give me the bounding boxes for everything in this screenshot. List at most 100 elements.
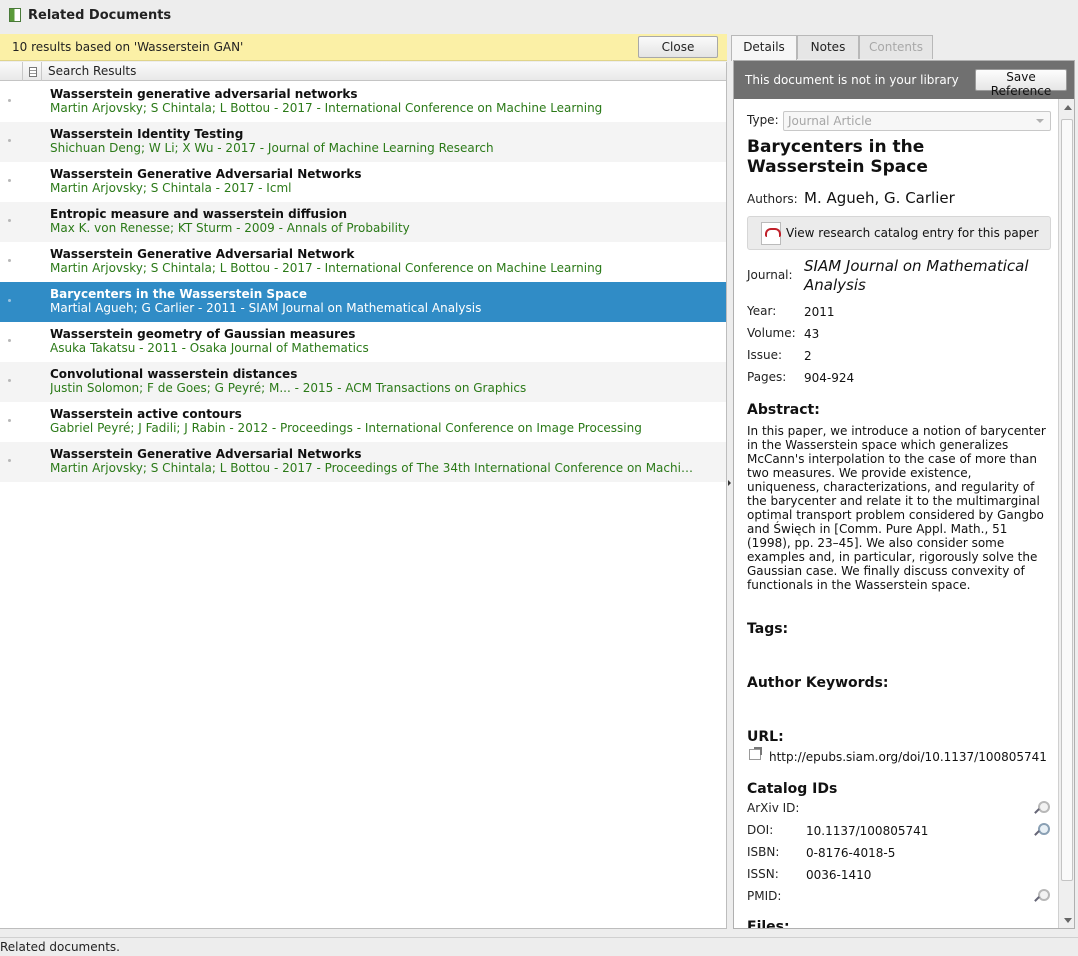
result-title: Wasserstein Generative Adversarial Netwo… [50,447,362,461]
row-status-dot-icon [8,219,11,222]
result-row[interactable]: Entropic measure and wasserstein diffusi… [0,202,726,242]
issn-label: ISSN: [747,867,779,881]
result-row[interactable]: Wasserstein Generative Adversarial Netwo… [0,442,726,482]
authors-label: Authors: [747,192,798,206]
result-title: Convolutional wasserstein distances [50,367,298,381]
result-row[interactable]: Convolutional wasserstein distances Justi… [0,362,726,402]
journal-value: SIAM Journal on Mathematical Analysis [804,257,1029,294]
search-results-column-header[interactable]: Search Results [48,64,136,78]
result-citation: Justin Solomon; F de Goes; G Peyré; M...… [50,381,527,395]
details-panel: This document is not in your library Sav… [733,60,1075,929]
author-keywords-heading: Author Keywords: [747,675,889,691]
result-title: Barycenters in the Wasserstein Space [50,287,308,301]
results-info-bar: 10 results based on 'Wasserstein GAN' Cl… [0,34,727,61]
result-title: Wasserstein generative adversarial netwo… [50,87,358,101]
volume-value: 43 [804,327,820,341]
tab-details[interactable]: Details [731,35,797,61]
result-citation: Martin Arjovsky; S Chintala; L Bottou - … [50,101,603,115]
result-title: Wasserstein active contours [50,407,242,421]
result-citation: Shichuan Deng; W Li; X Wu - 2017 - Journ… [50,141,494,155]
result-row[interactable]: Wasserstein geometry of Gaussian measure… [0,322,726,362]
document-title: Barycenters in the Wasserstein Space [747,137,928,177]
row-status-dot-icon [8,99,11,102]
files-heading: Files: [747,919,790,929]
isbn-value: 0-8176-4018-5 [806,846,896,860]
window-titlebar: Related Documents [0,0,1078,32]
mendeley-icon [761,222,781,245]
results-summary: 10 results based on 'Wasserstein GAN' [12,40,244,54]
result-title: Entropic measure and wasserstein diffusi… [50,207,348,221]
issue-label: Issue: [747,348,783,362]
result-citation: Martin Arjovsky; S Chintala; L Bottou - … [50,461,696,475]
result-row[interactable]: Wasserstein active contours Gabriel Peyré… [0,402,726,442]
abstract-text: In this paper, we introduce a notion of … [747,424,1046,592]
pmid-lookup-search-icon[interactable] [1034,889,1050,903]
tab-notes[interactable]: Notes [797,35,859,59]
catalog-button-label: View research catalog entry for this pap… [786,226,1039,240]
view-catalog-entry-button[interactable]: View research catalog entry for this pap… [747,216,1051,250]
results-list: Wasserstein generative adversarial netwo… [0,82,726,482]
search-results-panel: Search Results Wasserstein generative ad… [0,62,727,929]
result-citation: Max K. von Renesse; KT Sturm - 2009 - An… [50,221,410,235]
row-status-dot-icon [8,179,11,182]
result-citation: Gabriel Peyré; J Fadili; J Rabin - 2012 … [50,421,642,435]
url-link[interactable]: http://epubs.siam.org/doi/10.1137/100805… [769,750,1047,764]
scroll-down-arrow-icon[interactable] [1064,918,1072,923]
url-heading: URL: [747,729,784,745]
row-status-dot-icon [8,339,11,342]
pmid-label: PMID: [747,889,782,903]
results-header: Search Results [0,62,726,81]
volume-label: Volume: [747,326,796,340]
tab-contents: Contents [859,35,933,59]
status-bar: Related documents. [0,937,1078,956]
row-status-dot-icon [8,459,11,462]
result-row[interactable]: Wasserstein Identity Testing Shichuan Den… [0,122,726,162]
save-reference-button[interactable]: Save Reference [975,69,1067,98]
issue-value: 2 [804,349,812,363]
collapse-arrow-icon[interactable] [728,480,731,486]
type-value: Journal Article [788,114,872,128]
document-icon [29,67,37,77]
result-citation: Martin Arjovsky; S Chintala; L Bottou - … [50,261,603,275]
arxiv-label: ArXiv ID: [747,801,800,815]
row-status-dot-icon [8,259,11,262]
catalog-ids-heading: Catalog IDs [747,781,838,797]
chevron-down-icon [1036,119,1044,123]
document-column-header[interactable] [22,62,42,81]
pages-value: 904-924 [804,371,855,385]
journal-label: Journal: [747,268,793,282]
scroll-up-arrow-icon[interactable] [1064,105,1072,110]
doi-value: 10.1137/100805741 [806,824,929,838]
result-citation: Asuka Takatsu - 2011 - Osaka Journal of … [50,341,369,355]
row-status-dot-icon [8,379,11,382]
type-select: Journal Article [783,111,1051,131]
result-title: Wasserstein geometry of Gaussian measure… [50,327,356,341]
pages-label: Pages: [747,370,787,384]
doi-label: DOI: [747,823,774,837]
library-status-text: This document is not in your library [745,73,959,87]
result-row[interactable]: Wasserstein Generative Adversarial Netwo… [0,162,726,202]
close-button[interactable]: Close [638,36,718,58]
row-status-dot-icon [8,299,11,302]
result-row[interactable]: Wasserstein Generative Adversarial Netwo… [0,242,726,282]
result-row[interactable]: Wasserstein generative adversarial netwo… [0,82,726,122]
result-title: Wasserstein Identity Testing [50,127,244,141]
panel-splitter[interactable] [727,62,732,929]
arxiv-lookup-search-icon[interactable] [1034,801,1050,815]
external-link-icon[interactable] [749,747,762,760]
type-label: Type: [747,113,779,127]
result-row[interactable]: Barycenters in the Wasserstein Space Mart… [0,282,726,322]
authors-value: M. Agueh, G. Carlier [804,189,955,207]
doi-lookup-search-icon[interactable] [1034,823,1050,837]
result-citation: Martin Arjovsky; S Chintala - 2017 - Icm… [50,181,292,195]
row-status-dot-icon [8,419,11,422]
details-scrollbar[interactable] [1058,99,1074,928]
result-title: Wasserstein Generative Adversarial Netwo… [50,247,355,261]
app-icon [9,8,21,22]
year-label: Year: [747,304,777,318]
scrollbar-thumb[interactable] [1061,119,1073,881]
year-value: 2011 [804,305,835,319]
tags-heading: Tags: [747,621,789,637]
window-title: Related Documents [28,8,172,23]
isbn-label: ISBN: [747,845,780,859]
